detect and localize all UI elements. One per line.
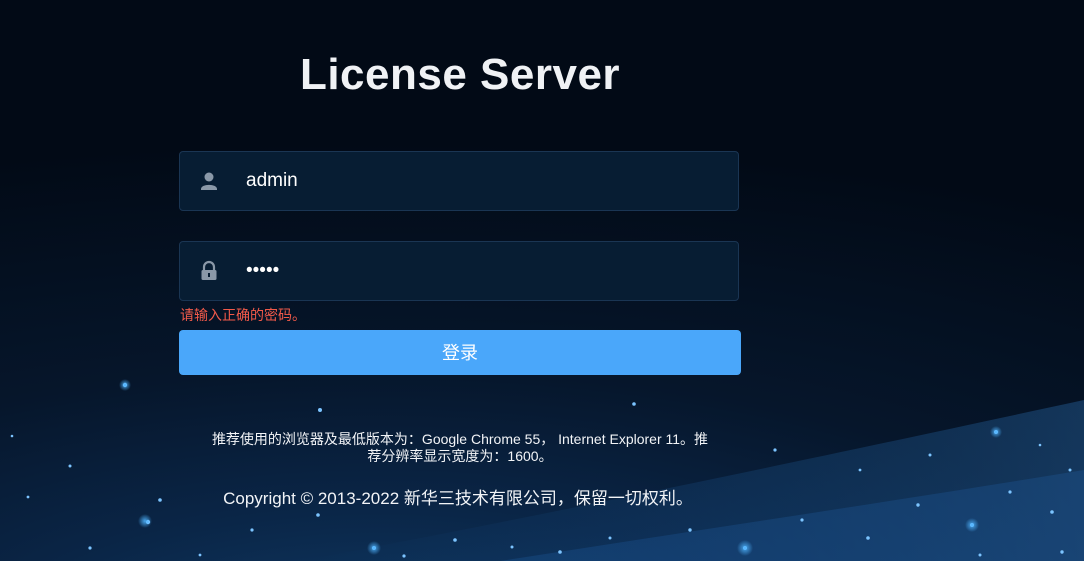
username-field[interactable] (179, 151, 739, 211)
password-field[interactable] (179, 241, 739, 301)
browser-recommendation-note: 推荐使用的浏览器及最低版本为：Google Chrome 55， Interne… (211, 431, 709, 464)
page-title: License Server (299, 50, 621, 99)
user-icon (198, 170, 220, 192)
username-input[interactable] (246, 152, 716, 210)
password-error-message: 请输入正确的密码。 (180, 307, 306, 323)
password-input[interactable] (246, 242, 716, 300)
copyright-text: Copyright © 2013-2022 新华三技术有限公司，保留一切权利。 (223, 489, 693, 508)
login-button[interactable]: 登录 (179, 330, 741, 375)
lock-icon (198, 260, 220, 282)
